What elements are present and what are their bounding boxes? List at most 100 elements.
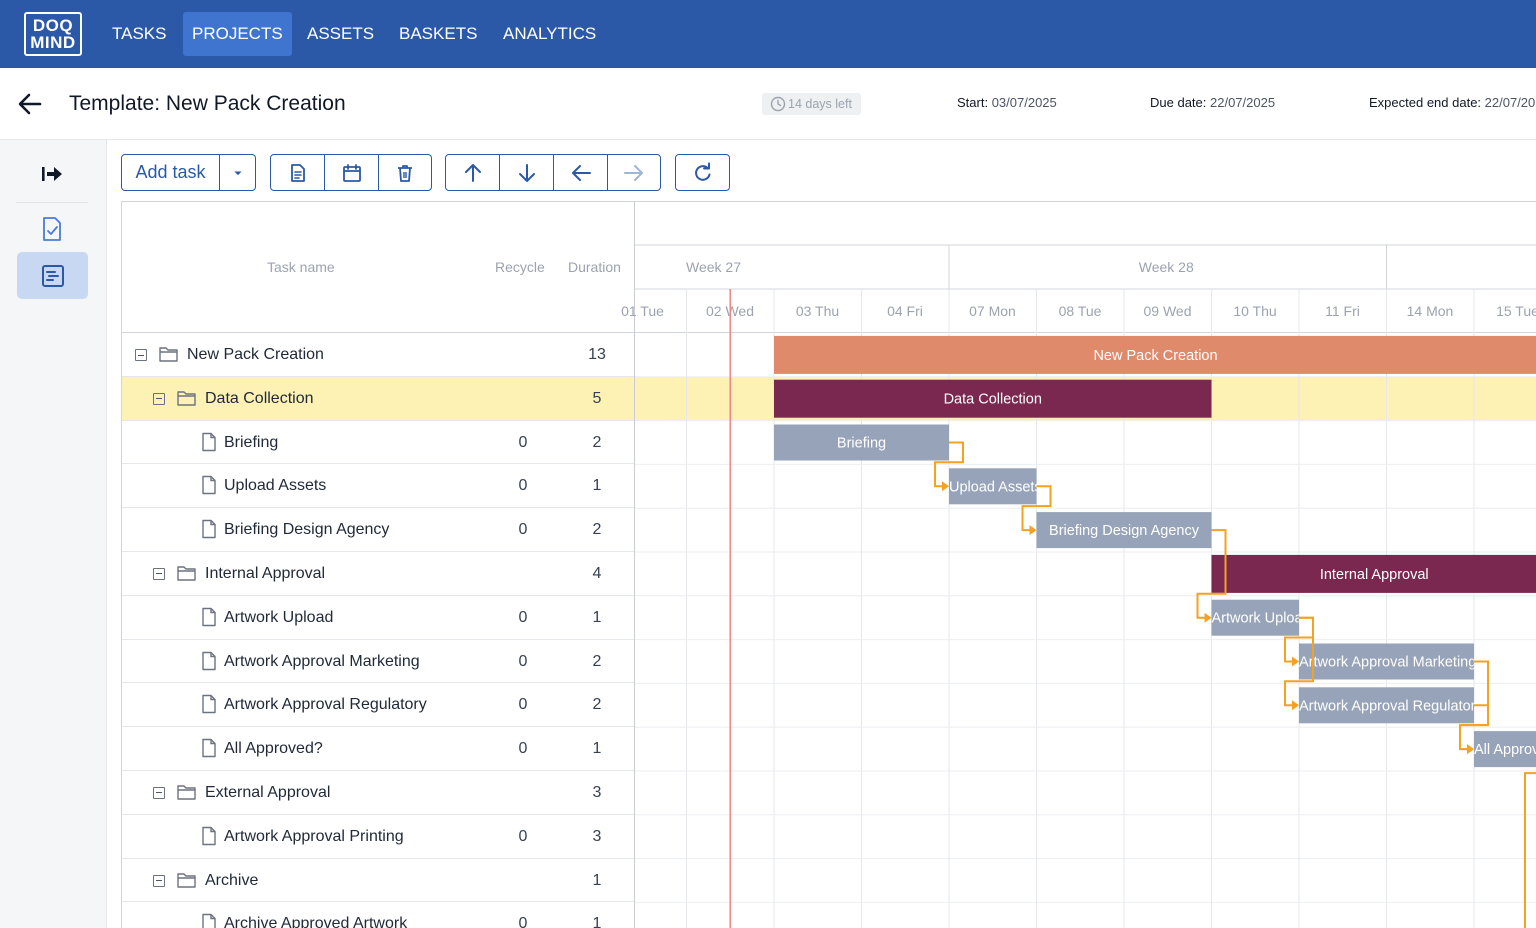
dependency-link xyxy=(1524,772,1536,928)
column-duration[interactable]: Duration xyxy=(568,259,621,275)
table-row[interactable]: Artwork Approval Regulatory 0 2 xyxy=(122,683,635,728)
file-icon xyxy=(199,519,219,539)
task-name: Artwork Approval Printing xyxy=(224,827,404,845)
task-name: Upload Assets xyxy=(224,477,327,495)
schedule-button[interactable] xyxy=(325,155,379,190)
collapse-toggle-icon[interactable] xyxy=(135,349,147,361)
doqmind-logo[interactable]: DOQ MIND xyxy=(24,12,82,56)
recycle-value: 0 xyxy=(518,652,528,670)
bar-label: Upload Assets xyxy=(949,479,1042,495)
nav-analytics[interactable]: ANALYTICS xyxy=(494,12,605,56)
table-row[interactable]: External Approval 3 xyxy=(122,771,635,815)
table-row[interactable]: Briefing 0 2 xyxy=(122,421,635,465)
file-icon xyxy=(199,475,219,495)
folder-icon xyxy=(176,388,196,408)
calendar-icon xyxy=(342,163,361,182)
table-row[interactable]: Artwork Approval Marketing 0 2 xyxy=(122,640,635,684)
nav-assets[interactable]: ASSETS xyxy=(298,12,383,56)
recycle-value: 0 xyxy=(518,696,528,714)
task-name: New Pack Creation xyxy=(187,346,324,363)
move-down-button[interactable] xyxy=(500,155,554,190)
start-date: Start: 03/07/2025 xyxy=(957,95,1057,110)
duration-value: 2 xyxy=(592,696,602,714)
dependency-arrow-icon xyxy=(1292,700,1299,711)
indent-button[interactable] xyxy=(608,155,660,190)
table-row[interactable]: Briefing Design Agency 0 2 xyxy=(122,508,635,552)
add-task-button[interactable]: Add task xyxy=(122,155,220,190)
table-row[interactable]: New Pack Creation 13 xyxy=(122,333,635,377)
table-row[interactable]: Internal Approval 4 xyxy=(122,552,635,596)
move-task-group xyxy=(445,154,661,191)
duration-value: 5 xyxy=(592,389,602,407)
file-icon xyxy=(199,913,219,928)
project-header: Template: New Pack Creation 14 days left… xyxy=(0,68,1536,140)
arrow-down-icon xyxy=(518,163,535,182)
task-actions-group xyxy=(270,154,432,191)
file-icon xyxy=(199,826,219,846)
caret-down-icon xyxy=(233,171,242,175)
task-name: Briefing Design Agency xyxy=(224,521,390,539)
collapse-toggle-icon[interactable] xyxy=(153,874,165,887)
table-row[interactable]: Data Collection 5 xyxy=(122,376,635,421)
duration-value: 1 xyxy=(592,740,602,758)
bar-label: New Pack Creation xyxy=(1093,348,1217,364)
back-arrow-icon[interactable] xyxy=(16,90,44,118)
dependency-arrow-icon xyxy=(1292,656,1299,667)
outdent-button[interactable] xyxy=(554,155,608,190)
task-name: Artwork Upload xyxy=(224,608,334,626)
recycle-value: 0 xyxy=(518,740,528,758)
duration-value: 4 xyxy=(592,564,602,582)
top-navigation-bar: DOQ MIND TASKS PROJECTS ASSETS BASKETS A… xyxy=(0,0,1536,68)
task-table-body: New Pack Creation 13 Data Collection 5 Brief… xyxy=(122,333,635,928)
nav-projects[interactable]: PROJECTS xyxy=(183,12,292,56)
table-row[interactable]: Archive 1 xyxy=(122,859,635,903)
table-row[interactable]: Upload Assets 0 1 xyxy=(122,464,635,509)
dependency-arrow-icon xyxy=(1467,744,1474,755)
duration-value: 1 xyxy=(592,871,602,889)
task-list-icon[interactable] xyxy=(37,214,67,244)
refresh-button[interactable] xyxy=(676,155,729,190)
table-row[interactable]: All Approved? 0 1 xyxy=(122,727,635,771)
add-task-dropdown-button[interactable] xyxy=(220,155,255,190)
task-name: Artwork Approval Regulatory xyxy=(224,696,427,714)
collapse-toggle-icon[interactable] xyxy=(153,786,165,799)
file-icon xyxy=(199,651,219,671)
table-row[interactable]: Artwork Approval Printing 0 3 xyxy=(122,815,635,859)
recycle-value: 0 xyxy=(518,608,528,626)
delete-task-button[interactable] xyxy=(379,155,431,190)
recycle-value: 0 xyxy=(518,915,528,928)
dependency-arrow-icon xyxy=(1204,612,1212,623)
bar-label: Data Collection xyxy=(944,392,1042,408)
collapse-toggle-icon[interactable] xyxy=(153,392,165,405)
recycle-value: 0 xyxy=(518,521,528,539)
start-date-label: Start: xyxy=(957,95,989,110)
days-left-badge: 14 days left xyxy=(762,93,861,115)
move-up-button[interactable] xyxy=(446,155,500,190)
bar-label: Briefing Design Agency xyxy=(1049,523,1200,539)
task-details-button[interactable] xyxy=(271,155,325,190)
bar-label: Artwork Approval Marketing xyxy=(1299,655,1476,671)
nav-baskets[interactable]: BASKETS xyxy=(390,12,486,56)
collapse-toggle-icon[interactable] xyxy=(153,567,165,580)
task-name: Archive xyxy=(205,871,259,889)
table-row[interactable]: Artwork Upload 0 1 xyxy=(122,596,635,640)
nav-tasks[interactable]: TASKS xyxy=(103,12,175,56)
task-name: External Approval xyxy=(205,783,331,801)
task-name: Artwork Approval Marketing xyxy=(224,652,420,670)
table-row[interactable]: Archive Approved Artwork 0 1 xyxy=(122,902,635,928)
trash-icon xyxy=(398,164,412,182)
column-task-name[interactable]: Task name xyxy=(267,259,335,275)
bar-label: Internal Approval xyxy=(1320,567,1429,583)
document-icon xyxy=(290,163,305,182)
expand-sidebar-icon[interactable] xyxy=(38,162,66,186)
dependency-arrow-icon xyxy=(942,481,949,492)
task-name: Archive Approved Artwork xyxy=(224,915,408,928)
refresh-group xyxy=(675,154,730,191)
due-date: Due date: 22/07/2025 xyxy=(1150,95,1275,110)
column-recycle[interactable]: Recycle xyxy=(495,259,545,275)
expected-end-date-label: Expected end date: xyxy=(1369,95,1482,110)
gantt-view-button[interactable] xyxy=(17,252,88,299)
file-icon xyxy=(199,738,219,758)
add-task-split-button: Add task xyxy=(121,154,256,191)
arrow-up-icon xyxy=(464,163,481,182)
